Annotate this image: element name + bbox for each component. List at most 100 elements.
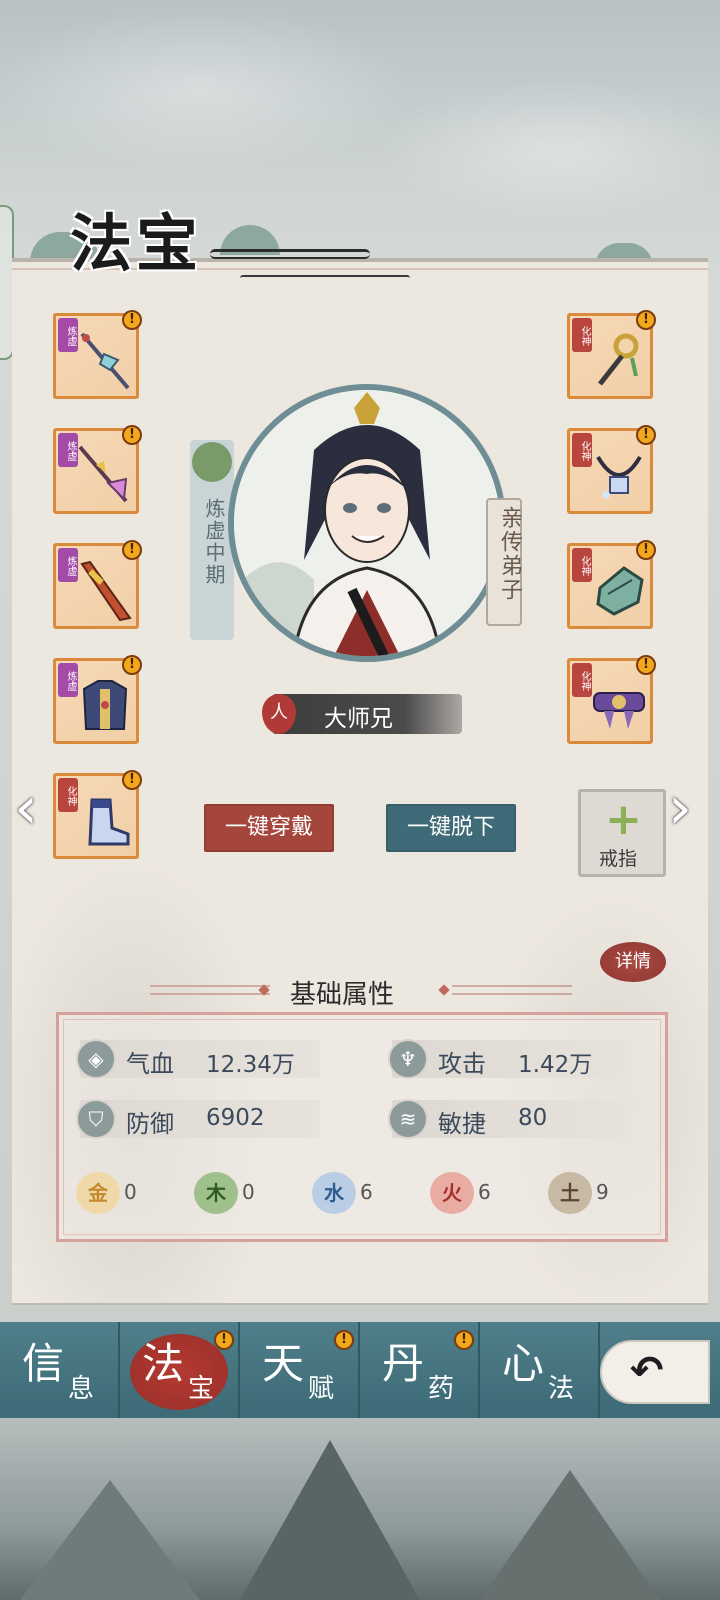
tab-info-small: 息 — [68, 1374, 95, 1404]
title-ornament-left — [150, 985, 270, 995]
mountain-silhouette — [240, 1440, 420, 1600]
alert-icon: ! — [122, 655, 142, 675]
alert-icon: ! — [122, 770, 142, 790]
blood-drop-icon: ◈ — [76, 1039, 116, 1079]
blade-icon — [80, 560, 132, 622]
ring-slot[interactable]: + 戒指 — [578, 789, 666, 877]
earth-element-icon: 土 — [548, 1172, 592, 1214]
boots-icon — [88, 798, 130, 846]
tab-treasure-small: 宝 — [188, 1374, 215, 1404]
stat-agi: ≋ 敏捷 80 — [388, 1099, 632, 1139]
alert-icon: ! — [122, 425, 142, 445]
tab-treasure[interactable]: 法 宝 ! — [120, 1322, 240, 1418]
stat-def-label: 防御 — [126, 1110, 174, 1138]
tab-treasure-big: 法 — [142, 1339, 185, 1388]
necklace-icon — [596, 455, 642, 499]
rank-banner: 亲传弟子 — [486, 498, 522, 626]
ring-slot-label: 戒指 — [599, 848, 638, 870]
element-earth-value: 9 — [596, 1180, 609, 1204]
alert-icon: ! — [334, 1330, 354, 1350]
equip-slot-right-3[interactable]: 化神 ! — [567, 540, 656, 629]
water-element-icon: 水 — [312, 1172, 356, 1214]
tab-technique-small: 法 — [548, 1374, 575, 1404]
equip-slot-right-2[interactable]: 化神 ! — [567, 425, 656, 514]
alert-icon: ! — [122, 540, 142, 560]
stat-atk: ♆ 攻击 1.42万 — [388, 1039, 632, 1079]
alert-icon: ! — [636, 655, 656, 675]
stat-hp-label: 气血 — [126, 1050, 174, 1078]
next-character-arrow[interactable]: › — [668, 778, 692, 838]
equip-all-button[interactable]: 一键穿戴 — [204, 804, 334, 852]
stats-title: 基础属性 — [290, 980, 395, 1010]
stat-hp: ◈ 气血 12.34万 — [76, 1039, 320, 1079]
title-ornament-right — [452, 985, 572, 995]
stat-def-value: 6902 — [206, 1105, 265, 1131]
title-divider — [240, 275, 410, 281]
character-art — [234, 390, 500, 656]
tab-technique-big: 心 — [502, 1339, 545, 1388]
name-plate: 大师兄 — [272, 694, 462, 734]
armor-icon — [82, 680, 128, 730]
realm-swirl-icon — [192, 442, 232, 482]
stat-hp-value: 12.34万 — [206, 1052, 295, 1078]
wing-icon: ≋ — [388, 1099, 428, 1139]
cultivation-realm: 炼虚中期 — [202, 498, 226, 586]
tab-pills[interactable]: 丹 药 ! — [360, 1322, 480, 1418]
plus-icon: + — [605, 794, 642, 845]
alert-icon: ! — [636, 425, 656, 445]
mountain-silhouette — [20, 1480, 200, 1600]
equip-slot-left-1[interactable]: 炼虚 ! — [53, 310, 142, 399]
stat-atk-value: 1.42万 — [518, 1052, 593, 1078]
alert-icon: ! — [122, 310, 142, 330]
attack-icon: ♆ — [388, 1039, 428, 1079]
wood-element-icon: 木 — [194, 1172, 238, 1214]
tab-talent-big: 天 — [262, 1339, 305, 1388]
equip-slot-left-4[interactable]: 炼虚 ! — [53, 655, 142, 744]
tab-pills-small: 药 — [428, 1374, 455, 1404]
back-button[interactable]: ↶ — [600, 1340, 710, 1404]
belt-icon — [593, 692, 645, 729]
alert-icon: ! — [214, 1330, 234, 1350]
stat-agi-label: 敏捷 — [438, 1110, 486, 1138]
tab-talent[interactable]: 天 赋 ! — [240, 1322, 360, 1418]
fire-element-icon: 火 — [430, 1172, 474, 1214]
bottom-landscape — [0, 1418, 720, 1600]
metal-element-icon: 金 — [76, 1172, 120, 1214]
alert-icon: ! — [636, 310, 656, 330]
unequip-all-button[interactable]: 一键脱下 — [386, 804, 516, 852]
stat-agi-value: 80 — [518, 1105, 548, 1131]
spear-icon — [80, 332, 130, 390]
prev-character-arrow[interactable]: ‹ — [14, 778, 38, 838]
bracer-icon — [596, 566, 644, 616]
realm-banner: 炼虚中期 — [190, 440, 234, 640]
character-name: 大师兄 — [324, 706, 393, 732]
alert-icon: ! — [636, 540, 656, 560]
alert-icon: ! — [454, 1330, 474, 1350]
element-wood-value: 0 — [242, 1180, 255, 1204]
element-water-value: 6 — [360, 1180, 373, 1204]
back-arrow-icon: ↶ — [630, 1348, 664, 1394]
shield-icon: ⛉ — [76, 1099, 116, 1139]
halberd-icon — [78, 445, 128, 503]
tab-talent-small: 赋 — [308, 1374, 335, 1404]
tab-info-big: 信 — [22, 1339, 65, 1388]
disciple-rank: 亲传弟子 — [497, 506, 522, 602]
page-title: 法宝 — [70, 207, 203, 280]
equip-slot-right-4[interactable]: 化神 ! — [567, 655, 656, 744]
detail-button[interactable]: 详情 — [600, 942, 666, 982]
character-portrait[interactable] — [228, 384, 506, 662]
equip-slot-left-3[interactable]: 炼虚 ! — [53, 540, 142, 629]
stat-atk-label: 攻击 — [438, 1050, 486, 1078]
equip-slot-left-2[interactable]: 炼虚 ! — [53, 425, 142, 514]
stat-def: ⛉ 防御 6902 — [76, 1099, 320, 1139]
element-fire-value: 6 — [478, 1180, 491, 1204]
title-underline — [210, 249, 370, 259]
tab-info[interactable]: 信 息 — [0, 1322, 120, 1418]
tab-technique[interactable]: 心 法 — [480, 1322, 600, 1418]
pendant-icon — [598, 333, 639, 386]
mountain-silhouette — [480, 1470, 660, 1600]
tab-pills-big: 丹 — [382, 1339, 425, 1388]
element-metal-value: 0 — [124, 1180, 137, 1204]
equip-slot-left-5[interactable]: 化神 ! — [53, 770, 142, 859]
equip-slot-right-1[interactable]: 化神 ! — [567, 310, 656, 399]
